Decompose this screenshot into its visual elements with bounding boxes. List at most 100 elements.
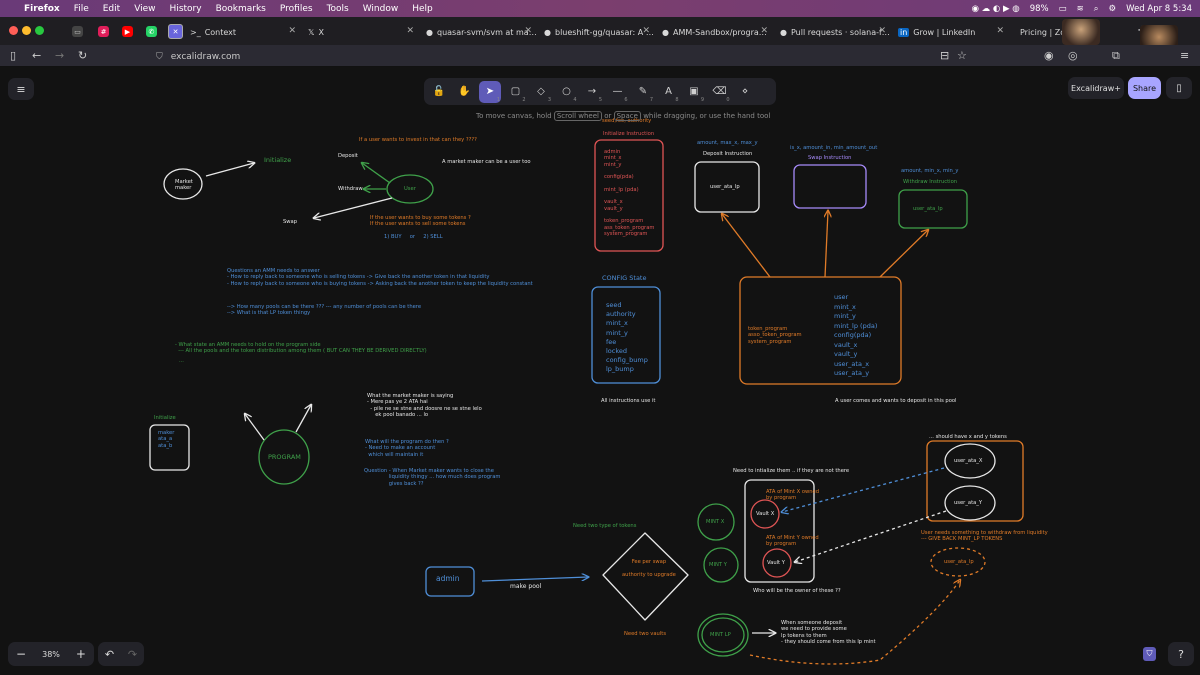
text-big-box-accounts[interactable]: user mint_x mint_y mint_lp (pda) config(… [834, 293, 877, 379]
tab-linkedin[interactable]: in Grow | LinkedIn ✕ [898, 22, 1010, 42]
arrow-deposit[interactable] [362, 163, 391, 184]
close-tab-icon[interactable]: ✕ [996, 26, 1004, 36]
tool-arrow-button[interactable]: → 5 [581, 81, 603, 103]
text-need-two-types[interactable]: Need two type of tokens [573, 523, 636, 529]
menu-help[interactable]: Help [412, 4, 433, 14]
excalidraw-pinned-icon[interactable]: ✕ [168, 24, 183, 39]
tab-pull-requests[interactable]: ● Pull requests · solana-foun ✕ [780, 22, 892, 42]
text-buy-or-sell[interactable]: 1) BUY or 2) SELL [384, 234, 443, 240]
main-menu-button[interactable]: ≡ [8, 78, 34, 100]
menu-tools[interactable]: Tools [327, 4, 349, 14]
zoom-window-icon[interactable] [35, 26, 44, 35]
library-sidebar-icon[interactable]: ▯ [1166, 77, 1192, 99]
tool-image-button[interactable]: ▣ 9 [683, 81, 705, 103]
tool-hand-button[interactable]: ✋ [454, 81, 476, 103]
wifi-icon[interactable]: ≋ [1077, 4, 1084, 14]
battery-icon[interactable]: ▭ [1059, 4, 1067, 14]
tool-more-tools-button[interactable]: ⋄ [734, 81, 756, 103]
close-tab-icon[interactable]: ✕ [760, 26, 768, 36]
text-all-instructions[interactable]: All instructions use it [601, 398, 655, 404]
text-amm-questions[interactable]: Questions an AMM needs to answer - How t… [227, 268, 533, 287]
text-init-instr-body[interactable]: admin mint_x mint_y config(pda) mint_lp … [604, 149, 654, 237]
text-program[interactable]: PROGRAM [268, 454, 301, 461]
text-program-do[interactable]: What will the program do then ? - Need t… [365, 439, 449, 458]
text-ellipsis[interactable]: ... [179, 358, 184, 364]
arrow-program-left[interactable] [245, 414, 265, 441]
menu-file[interactable]: File [74, 4, 89, 14]
tab-quasar-svm[interactable]: ● quasar-svm/svm at master ✕ [426, 22, 538, 42]
text-deposit[interactable]: Deposit [338, 153, 358, 159]
excalidraw-plus-button[interactable]: Excalidraw+ [1068, 77, 1124, 99]
text-withdraw[interactable]: Withdraw [338, 186, 363, 192]
tool-eraser-button[interactable]: ⌫ 0 [709, 81, 731, 103]
text-deposit-box[interactable]: user_ata_lp [710, 184, 740, 190]
text-mm-saying[interactable]: What the market maker is saying - Mere p… [367, 393, 482, 418]
close-window-icon[interactable] [9, 26, 18, 35]
text-init-instr-title[interactable]: Initialize Instruction [603, 131, 654, 137]
arrow-to-withdraw[interactable] [879, 230, 928, 278]
close-tab-icon[interactable]: ✕ [642, 26, 650, 36]
close-tab-icon[interactable]: ✕ [406, 26, 414, 36]
menu-window[interactable]: Window [363, 4, 399, 14]
text-make-pool[interactable]: make pool [510, 583, 541, 590]
text-question-close[interactable]: Question - When Market maker wants to cl… [364, 468, 500, 487]
menu-edit[interactable]: Edit [103, 4, 120, 14]
tool-text-button[interactable]: A8 [658, 81, 680, 103]
back-icon[interactable]: ← [32, 49, 41, 62]
battery-percent[interactable]: 98% [1030, 4, 1049, 14]
text-user-ata-y[interactable]: user_ata_Y [954, 500, 982, 506]
whatsapp-pinned-icon[interactable]: ✆ [146, 26, 157, 37]
privacy-shield-icon[interactable]: ⛉ [1143, 647, 1156, 661]
url-bar[interactable]: ⛉ excalidraw.com [156, 48, 976, 65]
text-withdraw-box[interactable]: user_ata_lp [913, 206, 943, 212]
close-tab-icon[interactable]: ✕ [878, 26, 886, 36]
zoom-level[interactable]: 38% [42, 650, 60, 659]
arrow-to-initialize[interactable] [205, 163, 254, 177]
menu-bookmarks[interactable]: Bookmarks [216, 4, 266, 14]
redo-button[interactable]: ↷ [128, 648, 137, 661]
clock[interactable]: Wed Apr 8 5:34 [1126, 4, 1192, 14]
slack-pinned-icon[interactable]: # [98, 26, 109, 37]
reader-view-icon[interactable]: ⊟ [940, 49, 949, 62]
tool-lock-button[interactable]: 🔓 [428, 81, 450, 103]
site-info-icon[interactable]: ⛉ [156, 52, 163, 62]
minimize-window-icon[interactable] [22, 26, 31, 35]
menu-history[interactable]: History [170, 4, 202, 14]
bookmark-star-icon[interactable]: ☆ [957, 49, 967, 62]
text-owner-question[interactable]: Who will be the owner of these ?? [753, 588, 841, 594]
close-tab-icon[interactable]: ✕ [288, 26, 296, 36]
account-icon[interactable]: ◉ [1044, 49, 1054, 62]
tool-ellipse-button[interactable]: ○ 4 [556, 81, 578, 103]
forward-icon[interactable]: → [55, 49, 64, 62]
text-swap-params[interactable]: is_x, amount_in, min_amount_out [790, 145, 877, 151]
control-center-icon[interactable]: ⚙ [1109, 4, 1117, 14]
help-button[interactable]: ? [1168, 642, 1194, 666]
menu-profiles[interactable]: Profiles [280, 4, 313, 14]
user-ata-group-box[interactable] [926, 440, 1024, 522]
text-admin[interactable]: admin [436, 575, 460, 583]
text-withdraw-title[interactable]: Withdraw Instruction [903, 179, 957, 185]
reload-icon[interactable]: ↻ [78, 49, 87, 62]
text-withdraw-note[interactable]: User needs something to withdraw from li… [921, 530, 1048, 543]
text-should-have[interactable]: ... should have x and y tokens [929, 434, 1007, 440]
tab-blueshift-quasar[interactable]: ● blueshift-gg/quasar: A blaz ✕ [544, 22, 656, 42]
menu-firefox[interactable]: Firefox [24, 4, 60, 14]
tab-x[interactable]: 𝕏 X ✕ [308, 22, 420, 42]
text-swap-title[interactable]: Swap Instruction [808, 155, 851, 161]
text-market-maker[interactable]: Market maker [175, 179, 193, 192]
text-user-deposit[interactable]: A user comes and wants to deposit in thi… [835, 398, 957, 404]
text-init-small-box[interactable]: maker ata_a ata_b [158, 430, 174, 449]
text-swap[interactable]: Swap [283, 219, 297, 225]
menu-view[interactable]: View [134, 4, 155, 14]
extension-icon[interactable]: ◎ [1068, 49, 1078, 62]
text-amm-state[interactable]: - What state an AMM needs to hold on the… [175, 342, 427, 355]
text-buy-sell[interactable]: If the user wants to buy some tokens ? I… [370, 215, 471, 228]
status-icons[interactable]: ◉ ☁ ◐ ▶ ◍ [972, 4, 1020, 14]
arrow-program-right[interactable] [295, 405, 311, 433]
arrow-to-swap[interactable] [825, 211, 828, 278]
close-tab-icon[interactable]: ✕ [524, 26, 532, 36]
text-mint-lp[interactable]: MINT LP [710, 632, 731, 638]
text-vault-y[interactable]: Vault Y [767, 560, 785, 566]
zoom-out-button[interactable]: − [16, 647, 26, 661]
text-ata-x[interactable]: ATA of Mint X owned by program [766, 489, 819, 502]
